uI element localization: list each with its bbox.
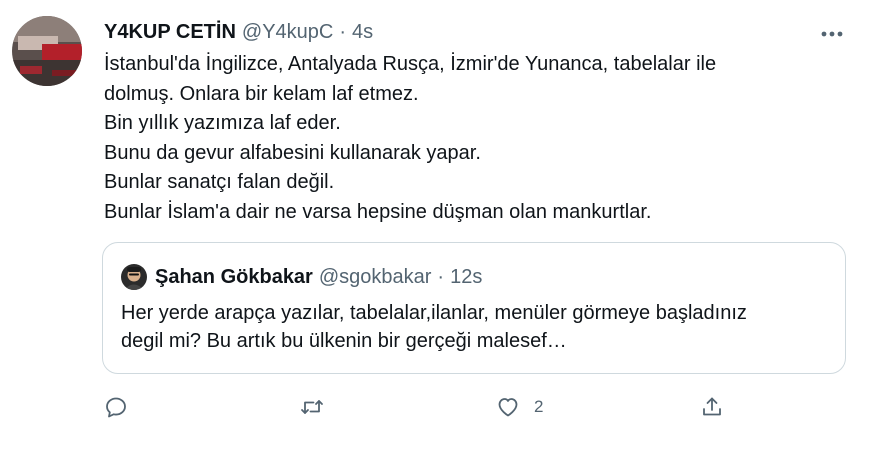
quoted-author-avatar [121,264,147,290]
quoted-header-separator: · [437,265,445,288]
reply-icon [106,397,126,418]
quoted-author-name: Şahan Gökbakar [155,265,313,288]
quoted-author-handle: @sgokbakar [318,265,432,288]
quoted-text-line: degil mi? Bu artık bu ülkenin bir gerçeğ… [121,330,567,352]
quoted-tweet[interactable]: Şahan Gökbakar @sgokbakar · 12s Her yerd… [102,242,846,374]
tweet-header: Y4KUP CETİN @Y4kupC · 4s [104,18,373,46]
heart-icon [498,398,518,417]
retweet-icon [301,400,323,414]
author-handle[interactable]: @Y4kupC [242,21,333,44]
tweet-text-line: İstanbul'da İngilizce, Antalyada Rusça, … [104,53,717,75]
author-name[interactable]: Y4KUP CETİN [104,21,236,44]
share-button[interactable] [700,392,724,422]
tweet-text-line: dolmuş. Onlara bir kelam laf etmez. [104,82,419,105]
share-icon [703,397,721,416]
retweet-button[interactable] [300,392,324,422]
quoted-text-line: Her yerde arapça yazılar, tabelalar,ilan… [121,302,747,324]
tweet-text-line: Bin yıllık yazımıza laf eder. [104,112,341,134]
like-button[interactable]: 2 [496,392,543,422]
like-count: 2 [534,397,544,416]
more-horizontal-icon [821,31,843,37]
tweet-text-line: Bunlar sanatçı falan değil. [104,171,335,193]
reply-button[interactable] [104,392,128,422]
quoted-tweet-text: Her yerde arapça yazılar, tabelalar,ilan… [121,299,831,355]
header-separator: · [339,20,347,43]
tweet: Y4KUP CETİN @Y4kupC · 4s İstanbul'da İng… [0,0,880,454]
more-options-button[interactable] [820,22,844,46]
tweet-text: İstanbul'da İngilizce, Antalyada Rusça, … [104,50,844,227]
tweet-text-line: Bunlar İslam'a dair ne varsa hepsine düş… [104,200,652,223]
tweet-actions: 2 [104,392,744,422]
quoted-tweet-header: Şahan Gökbakar @sgokbakar · 12s [121,263,482,291]
quoted-tweet-time: 12s [450,265,483,288]
author-avatar[interactable] [12,16,82,86]
tweet-text-line: Bunu da gevur alfabesini kullanarak yapa… [104,141,481,164]
tweet-time[interactable]: 4s [352,21,373,44]
